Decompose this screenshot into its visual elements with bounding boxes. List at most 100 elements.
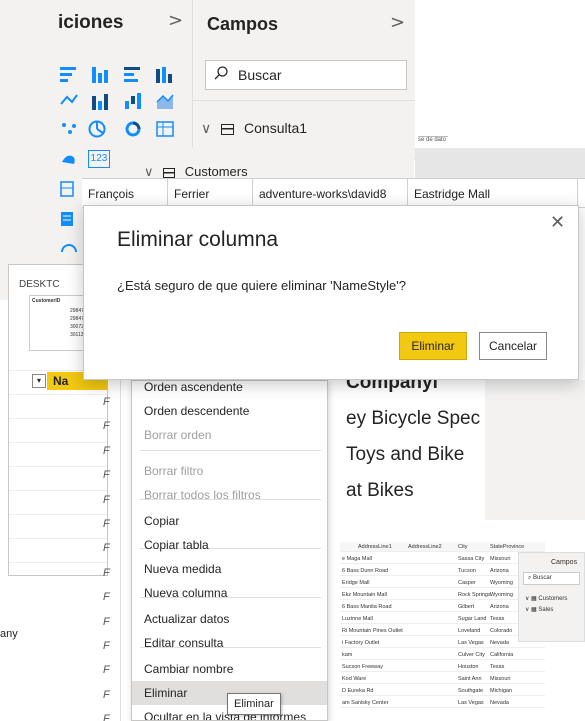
mini-table-cell: Missouri	[490, 676, 511, 682]
menu-separator	[140, 450, 321, 451]
company-text: Toys and Bike	[346, 444, 465, 465]
mini-table-cell: Culver City	[458, 652, 485, 658]
column-context-menu: Orden ascendente Orden descendente Borrar …	[131, 380, 328, 721]
desktop-window-title: DESKTC	[19, 279, 60, 290]
donut-chart-icon[interactable]	[124, 120, 142, 138]
mini-table-cell: Ri Mountain Pines Outlet	[342, 628, 403, 634]
mini-fields-search-text: Buscar	[533, 575, 552, 581]
slicer-icon[interactable]	[60, 210, 78, 228]
pie-chart-icon[interactable]	[88, 120, 106, 138]
mini-table-cell: Gilbert	[458, 604, 475, 610]
menu-item-nueva-columna[interactable]: Nueva columna	[132, 581, 327, 605]
mini-table-cell: Luzinne Mall	[342, 616, 373, 622]
mini-table-cell: Saint Ann	[458, 676, 482, 682]
menu-item-borrar-orden: Borrar orden	[144, 428, 212, 442]
field-table-label: Customers	[184, 164, 248, 179]
cell-first-name: F	[103, 493, 110, 506]
ribbon-chart-icon[interactable]	[92, 92, 110, 110]
mini-table-cell: 6 Bass Dunn Road	[342, 568, 389, 574]
mini-table-cell: Houston	[458, 664, 479, 670]
dialog-message: ¿Está seguro de que quiere eliminar 'Nam…	[117, 278, 406, 293]
waterfall-chart-icon[interactable]	[124, 92, 142, 110]
background-report-visual: Companyi ey Bicycle Spec Toys and Bike a…	[340, 380, 485, 520]
matrix-icon[interactable]	[60, 180, 78, 198]
cell-first-name: F	[103, 469, 110, 482]
map-icon[interactable]	[60, 150, 78, 168]
grid-line	[9, 562, 107, 563]
column-filter-dropdown-icon[interactable]: ▾	[32, 374, 46, 388]
menu-item-editar-consulta[interactable]: Editar consulta	[132, 631, 327, 655]
menu-item-cambiar-nombre[interactable]: Cambiar nombre	[132, 657, 327, 681]
row-fragment-label: any	[0, 628, 18, 640]
mini-table-cell: kam	[342, 652, 353, 658]
menu-item-orden-ascendente[interactable]: Orden ascendente	[132, 381, 327, 399]
chevron-down-icon: ∨	[201, 120, 212, 136]
field-table-item-consulta1[interactable]: ∨ Consulta1	[201, 120, 307, 137]
mini-table-row: i Factory Outlet Las Vegas Nevada	[340, 638, 545, 648]
menu-item-nueva-medida[interactable]: Nueva medida	[132, 557, 327, 581]
fields-search-input[interactable]: Buscar	[205, 60, 407, 90]
mini-table-cell: 6 Bass Manita Road	[342, 604, 392, 610]
grid-line	[9, 442, 107, 443]
mini-table-cell: Sugar Land	[458, 616, 487, 622]
column-chart-icon[interactable]	[92, 65, 110, 83]
scatter-chart-icon[interactable]	[60, 120, 78, 138]
company-text: ey Bicycle Spec	[346, 408, 481, 429]
cell-first-name: F	[103, 591, 110, 604]
table-row[interactable]: François Ferrier adventure-works\david8 …	[82, 178, 585, 209]
grid-line	[9, 538, 107, 539]
confirm-delete-button[interactable]: Eliminar	[399, 332, 467, 360]
cancel-button[interactable]: Cancelar	[479, 332, 547, 360]
menu-item-actualizar-datos[interactable]: Actualizar datos	[132, 607, 327, 631]
mini-table-cell: Arizona	[490, 604, 509, 610]
background-mini-table: AddressLine1 AddressLine2 City StateProv…	[340, 520, 545, 721]
cell-first-name: F	[103, 566, 110, 579]
mini-table-col-header: AddressLine1	[358, 544, 392, 550]
background-panel-fragment	[415, 148, 585, 178]
mini-table-row: Luzinne Mall Sugar Land Texas	[340, 614, 545, 624]
chevron-down-icon: ∨	[144, 164, 154, 179]
menu-item-copiar[interactable]: Copiar	[132, 509, 327, 533]
mini-table-row: am Sanisky Center Las Vegas Nevada	[340, 698, 545, 708]
mini-table-cell: Nevada	[490, 700, 509, 706]
close-icon[interactable]: ✕	[550, 212, 565, 233]
mini-table-cell: Kod Ware	[342, 676, 367, 682]
gauge-icon[interactable]	[60, 238, 78, 256]
cell-last-name: Ferrier	[174, 187, 210, 201]
mini-table-cell: Missouri	[490, 556, 511, 562]
background-header-fragment: se de dato	[418, 136, 448, 143]
mini-table-row: kam Culver City California	[340, 650, 545, 660]
mini-table-row: e Maga Mall Sassa City Missouri	[340, 554, 545, 564]
mini-table-cell: Sassa City	[458, 556, 485, 562]
mini-table-cell: Casper	[458, 580, 476, 586]
mini-table-row: Kod Ware Saint Ann Missouri	[340, 674, 545, 684]
stacked-bar-chart-icon[interactable]	[60, 65, 78, 83]
cell-first-name: F	[103, 518, 110, 530]
area-chart-icon[interactable]	[156, 92, 174, 110]
collapse-fields-chevron-icon[interactable]: >	[390, 12, 405, 33]
mini-table-header: AddressLine1 AddressLine2 City StateProv…	[340, 542, 545, 552]
cell-first-name: F	[103, 396, 110, 408]
desktop-grid	[9, 370, 107, 575]
mini-fields-item: ∨ ▦ Customers	[525, 596, 568, 602]
collapse-visualizations-chevron-icon[interactable]: >	[168, 10, 183, 31]
card-visual-icon[interactable]: 123	[88, 150, 110, 168]
mini-table-cell: Colorado	[490, 628, 513, 634]
stacked-column-chart-icon[interactable]	[156, 65, 174, 83]
fields-title: Campos	[207, 14, 279, 34]
mini-table-row: 6 Bass Manita Road Gilbert Arizona	[340, 602, 545, 612]
cell-login: adventure-works\david8	[259, 187, 387, 201]
line-chart-icon[interactable]	[60, 92, 78, 110]
mini-table-col-header: AddressLine2	[408, 544, 442, 550]
menu-item-copiar-tabla[interactable]: Copiar tabla	[132, 533, 327, 557]
cell-company: Eastridge Mall	[414, 187, 491, 201]
cell-first-name: F	[103, 615, 110, 628]
menu-item-orden-descendente[interactable]: Orden descendente	[132, 399, 327, 423]
table-icon	[163, 167, 176, 178]
mini-fields-search: ⌕ Buscar	[523, 572, 580, 585]
fields-panel: Campos > Buscar ∨ Consulta1	[193, 0, 415, 160]
clustered-bar-chart-icon[interactable]	[124, 65, 142, 83]
cell-first-name: F	[103, 640, 110, 652]
table-visual-icon[interactable]	[156, 120, 174, 138]
visualizations-title: iciones	[58, 12, 124, 33]
